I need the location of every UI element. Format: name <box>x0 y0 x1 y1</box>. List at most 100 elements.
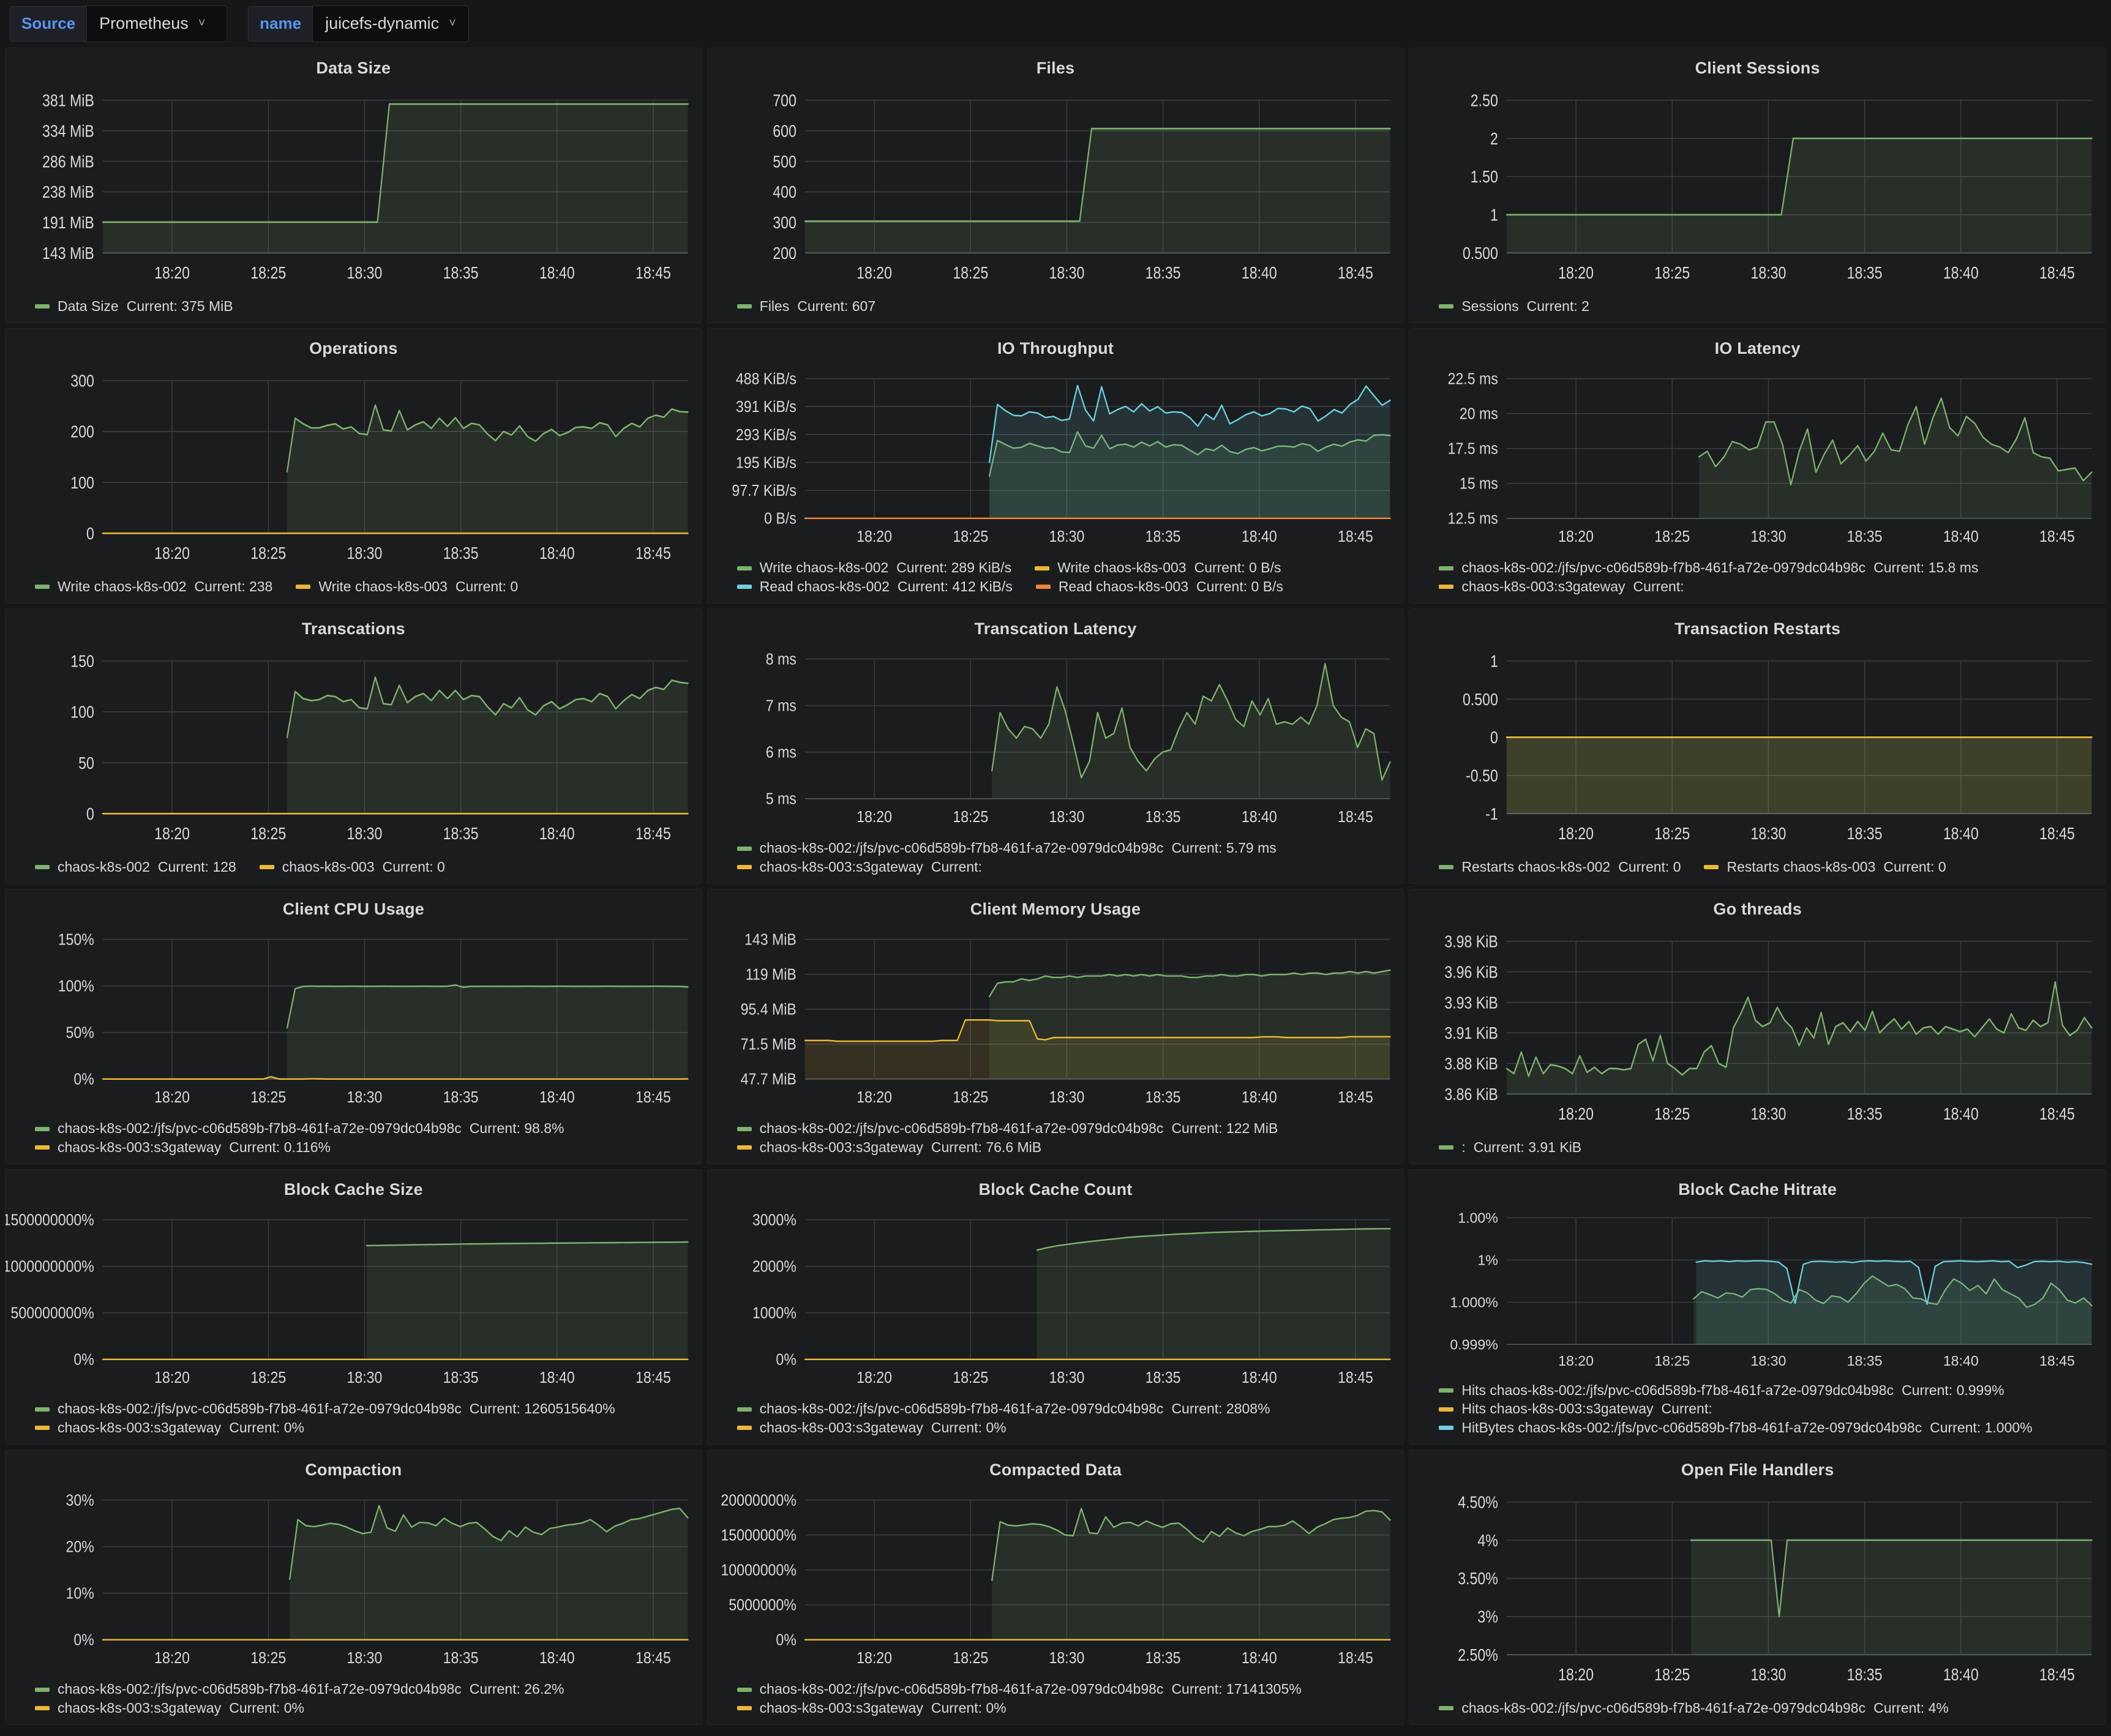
legend-item[interactable]: HitBytes chaos-k8s-002:/jfs/pvc-c06d589b… <box>1439 1420 2033 1435</box>
panel[interactable]: Open File Handlers 2.50% 3% 3.50% 4% 4.50% 18:… <box>1409 1450 2106 1725</box>
panel-plot[interactable]: 12.5 ms 15 ms 17.5 ms 20 ms 22.5 ms 18:20 18:2… <box>1409 358 2105 556</box>
panel-plot[interactable]: 200 300 400 500 600 700 18:20 18:25 18:30 18:35 18… <box>708 78 1404 295</box>
panel[interactable]: Client CPU Usage 0% 50% 100% 150% 18:20 18:25 1… <box>5 889 702 1164</box>
legend-item[interactable]: Hits chaos-k8s-003:s3gateway Current: <box>1439 1401 1712 1416</box>
panel-plot[interactable]: 0 50 100 150 18:20 18:25 18:30 18:35 18:40 18:45 <box>6 638 702 856</box>
svg-text:18:35: 18:35 <box>1145 1089 1180 1106</box>
panel[interactable]: Compaction 0% 10% 20% 30% 18:20 18:25 18:30 18:3… <box>5 1450 702 1725</box>
panel[interactable]: Block Cache Size 0% 500000000% 1000000000% 1… <box>5 1169 702 1445</box>
svg-text:1500000000%: 1500000000% <box>6 1211 94 1229</box>
legend-item[interactable]: chaos-k8s-003 Current: 0 <box>259 859 445 875</box>
legend-item[interactable]: chaos-k8s-003:s3gateway Current: <box>737 859 982 875</box>
panel-plot[interactable]: 0% 500000000% 1000000000% 1500000000% 18:20 1… <box>6 1199 702 1397</box>
panel-plot[interactable]: 0% 10% 20% 30% 18:20 18:25 18:30 18:35 18:40 18:4… <box>6 1480 702 1678</box>
panel[interactable]: Block Cache Hitrate 0.999% 1.000% 1% 1.00% 18… <box>1409 1169 2106 1445</box>
legend-item[interactable]: chaos-k8s-002:/jfs/pvc-c06d589b-f7b8-461… <box>35 1682 564 1697</box>
legend-item[interactable]: Files Current: 607 <box>737 298 876 314</box>
panel[interactable]: Compacted Data 0% 5000000% 10000000% 1500000… <box>707 1450 1404 1725</box>
panel[interactable]: Files 200 300 400 500 600 700 18:20 18:25 18:30 18… <box>707 48 1404 323</box>
panel[interactable]: Client Sessions 0.500 1 1.50 2 2.50 18:20 18:25… <box>1409 48 2106 323</box>
legend-item[interactable]: Sessions Current: 2 <box>1439 298 1589 314</box>
legend-item[interactable]: chaos-k8s-002:/jfs/pvc-c06d589b-f7b8-461… <box>737 1682 1302 1697</box>
panel-plot[interactable]: 0 B/s 97.7 KiB/s 195 KiB/s 293 KiB/s 391 KiB… <box>708 358 1404 556</box>
legend-series-name: chaos-k8s-002:/jfs/pvc-c06d589b-f7b8-461… <box>759 1681 1164 1697</box>
panel[interactable]: Operations 0 100 200 300 18:20 18:25 18:30 18:35… <box>5 328 702 604</box>
legend-item[interactable]: chaos-k8s-002:/jfs/pvc-c06d589b-f7b8-461… <box>737 1401 1270 1416</box>
panel[interactable]: IO Latency 12.5 ms 15 ms 17.5 ms 20 ms 22.5 m… <box>1409 328 2106 604</box>
variable-name: name juicefs-dynamic ˅ <box>248 6 469 42</box>
panel-title: Open File Handlers <box>1681 1461 1834 1479</box>
legend-item[interactable]: Read chaos-k8s-002 Current: 412 KiB/s <box>737 578 1013 594</box>
legend-item[interactable]: chaos-k8s-002:/jfs/pvc-c06d589b-f7b8-461… <box>1439 560 1978 575</box>
legend-item[interactable]: Write chaos-k8s-002 Current: 289 KiB/s <box>737 560 1011 575</box>
panel-plot[interactable]: 0 100 200 300 18:20 18:25 18:30 18:35 18:40 18:45 <box>6 358 702 575</box>
panel-plot[interactable]: 0.500 1 1.50 2 2.50 18:20 18:25 18:30 18:35 18:40… <box>1409 78 2105 295</box>
legend-item[interactable]: chaos-k8s-002 Current: 128 <box>35 859 236 875</box>
legend-item[interactable]: chaos-k8s-003:s3gateway Current: 0.116% <box>35 1139 331 1155</box>
panel-plot[interactable]: 3.86 KiB 3.88 KiB 3.91 KiB 3.93 KiB 3.96 KiB… <box>1409 919 2105 1136</box>
svg-text:17.5 ms: 17.5 ms <box>1448 441 1498 458</box>
legend-item[interactable]: chaos-k8s-003:s3gateway Current: 0% <box>737 1420 1007 1435</box>
panel-plot[interactable]: -1 -0.50 0 0.500 1 18:20 18:25 18:30 18:35 18:40 1… <box>1409 638 2105 856</box>
legend-color-swatch-icon <box>35 1687 50 1692</box>
panel-legend: chaos-k8s-002 Current: 128 chaos-k8s-003 Cu… <box>6 856 702 883</box>
panel[interactable]: Go threads 3.86 KiB 3.88 KiB 3.91 KiB 3.93 K… <box>1409 889 2106 1164</box>
svg-text:18:45: 18:45 <box>1338 1650 1373 1667</box>
legend-item[interactable]: chaos-k8s-002:/jfs/pvc-c06d589b-f7b8-461… <box>737 1121 1278 1136</box>
panel-plot[interactable]: 47.7 MiB 71.5 MiB 95.4 MiB 119 MiB 143 MiB 18… <box>708 919 1404 1117</box>
panel[interactable]: IO Throughput 0 B/s 97.7 KiB/s 195 KiB/s 293… <box>707 328 1404 604</box>
svg-text:18:40: 18:40 <box>539 1650 575 1667</box>
svg-text:-1: -1 <box>1486 805 1499 824</box>
legend-item[interactable]: chaos-k8s-002:/jfs/pvc-c06d589b-f7b8-461… <box>35 1401 615 1416</box>
legend-item[interactable]: chaos-k8s-002:/jfs/pvc-c06d589b-f7b8-461… <box>35 1121 564 1136</box>
legend-item[interactable]: Hits chaos-k8s-002:/jfs/pvc-c06d589b-f7b… <box>1439 1382 2004 1399</box>
panel-plot[interactable]: 2.50% 3% 3.50% 4% 4.50% 18:20 18:25 18:30 18:35 1… <box>1409 1480 2105 1697</box>
legend-color-swatch-icon <box>1439 1425 1454 1430</box>
legend-color-swatch-icon <box>35 1126 50 1131</box>
legend-item[interactable]: chaos-k8s-002:/jfs/pvc-c06d589b-f7b8-461… <box>1439 1700 1949 1716</box>
svg-text:30%: 30% <box>66 1492 94 1509</box>
legend-item[interactable]: chaos-k8s-003:s3gateway Current: 0% <box>35 1700 304 1716</box>
svg-text:18:35: 18:35 <box>443 544 479 563</box>
panel-plot[interactable]: 0% 50% 100% 150% 18:20 18:25 18:30 18:35 18:40 18… <box>6 919 702 1117</box>
panel[interactable]: Client Memory Usage 47.7 MiB 71.5 MiB 95.4 … <box>707 889 1404 1164</box>
svg-text:18:30: 18:30 <box>1751 264 1787 283</box>
legend-item[interactable]: Write chaos-k8s-003 Current: 0 B/s <box>1035 560 1281 575</box>
variable-name-select[interactable]: juicefs-dynamic ˅ <box>312 6 469 42</box>
panel[interactable]: Transcation Latency 5 ms 6 ms 7 ms 8 ms 18:20… <box>707 608 1404 884</box>
panel-title: Operations <box>309 339 398 357</box>
legend-item[interactable]: Restarts chaos-k8s-003 Current: 0 <box>1704 859 1946 875</box>
legend-item[interactable]: Data Size Current: 375 MiB <box>35 298 233 314</box>
legend-current-value: Current: 0.999% <box>1902 1382 2004 1399</box>
legend-item[interactable]: Read chaos-k8s-003 Current: 0 B/s <box>1035 578 1283 594</box>
panel-plot[interactable]: 0% 5000000% 10000000% 15000000% 20000000% 18:… <box>708 1480 1404 1678</box>
panel-title: IO Latency <box>1714 339 1801 357</box>
legend-item[interactable]: chaos-k8s-003:s3gateway Current: <box>1439 578 1684 594</box>
legend-item[interactable]: chaos-k8s-003:s3gateway Current: 0% <box>737 1700 1007 1716</box>
svg-text:2000%: 2000% <box>752 1258 796 1275</box>
legend-series-name: chaos-k8s-003:s3gateway <box>1461 578 1625 594</box>
svg-text:0: 0 <box>86 805 94 824</box>
legend-series-name: chaos-k8s-003:s3gateway <box>759 1139 923 1155</box>
legend-item[interactable]: Write chaos-k8s-002 Current: 238 <box>35 578 272 594</box>
svg-text:18:35: 18:35 <box>443 825 479 844</box>
legend-color-swatch-icon <box>737 1687 752 1692</box>
legend-item[interactable]: chaos-k8s-003:s3gateway Current: 0% <box>35 1420 304 1435</box>
panel-title: Transcation Latency <box>974 619 1137 638</box>
legend-item[interactable]: : Current: 3.91 KiB <box>1439 1139 1581 1155</box>
svg-text:293 KiB/s: 293 KiB/s <box>736 427 797 444</box>
panel-plot[interactable]: 0% 1000% 2000% 3000% 18:20 18:25 18:30 18:35 18:… <box>708 1199 1404 1397</box>
panel[interactable]: Transaction Restarts -1 -0.50 0 0.500 1 18:20 1… <box>1409 608 2106 884</box>
panel-plot[interactable]: 143 MiB 191 MiB 238 MiB 286 MiB 334 MiB 381 M… <box>6 78 702 295</box>
variable-source-select[interactable]: Prometheus ˅ <box>86 6 228 42</box>
legend-item[interactable]: chaos-k8s-003:s3gateway Current: 76.6 MiB <box>737 1139 1041 1155</box>
chart-svg: 0 B/s 97.7 KiB/s 195 KiB/s 293 KiB/s 391 KiB… <box>732 370 1391 545</box>
panel-plot[interactable]: 0.999% 1.000% 1% 1.00% 18:20 18:25 18:30 18:35 1… <box>1409 1199 2105 1379</box>
panel-plot[interactable]: 5 ms 6 ms 7 ms 8 ms 18:20 18:25 18:30 18:35 18:4… <box>708 638 1404 837</box>
panel[interactable]: Data Size 143 MiB 191 MiB 238 MiB 286 MiB 334… <box>5 48 702 323</box>
legend-item[interactable]: chaos-k8s-002:/jfs/pvc-c06d589b-f7b8-461… <box>737 840 1277 856</box>
legend-item[interactable]: Restarts chaos-k8s-002 Current: 0 <box>1439 859 1681 875</box>
panel[interactable]: Block Cache Count 0% 1000% 2000% 3000% 18:20 1… <box>707 1169 1404 1445</box>
panel[interactable]: Transcations 0 50 100 150 18:20 18:25 18:30 18:3… <box>5 608 702 884</box>
legend-item[interactable]: Write chaos-k8s-003 Current: 0 <box>296 578 518 594</box>
